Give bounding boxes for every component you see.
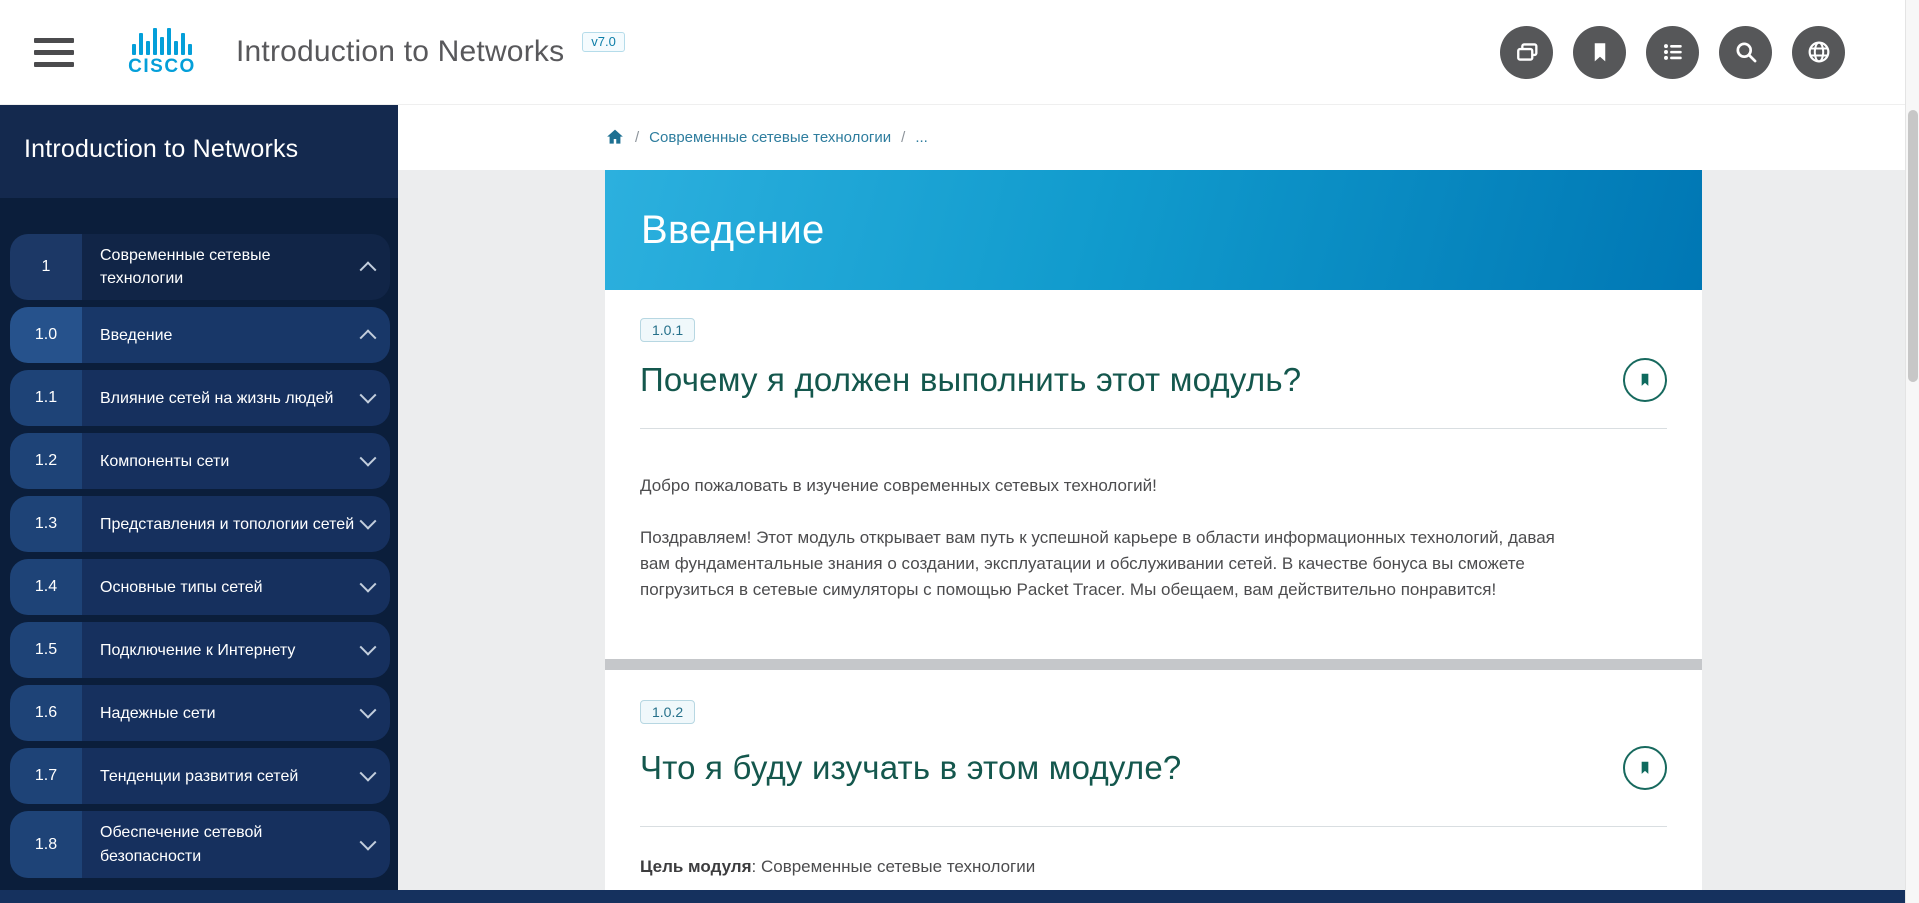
scrollbar-thumb[interactable]: [1908, 110, 1918, 382]
paragraph: Добро пожаловать в изучение современных …: [640, 473, 1555, 499]
sidebar-item-1-7[interactable]: 1.7 Тенденции развития сетей: [10, 748, 390, 804]
sidebar-item-number: 1.2: [10, 433, 82, 489]
sidebar-item-label: Влияние сетей на жизнь людей: [100, 387, 362, 410]
language-button[interactable]: [1792, 26, 1845, 79]
sidebar-item-number: 1.1: [10, 370, 82, 426]
content-card: Введение 1.0.1 Почему я должен выполнить…: [605, 170, 1702, 890]
page-scrollbar[interactable]: [1905, 0, 1919, 903]
index-list-button[interactable]: [1646, 26, 1699, 79]
cisco-logo-bars-icon: [132, 27, 192, 55]
sidebar-item-number: 1.5: [10, 622, 82, 678]
breadcrumb-ellipsis-link[interactable]: ...: [915, 129, 928, 146]
sidebar-item-1-8[interactable]: 1.8 Обеспечение сетевой безопасности: [10, 811, 390, 877]
breadcrumb-module-link[interactable]: Современные сетевые технологии: [649, 129, 891, 146]
sidebar-item-1-2[interactable]: 1.2 Компоненты сети: [10, 433, 390, 489]
section-divider-bar: [605, 659, 1702, 670]
bottom-bar: [0, 890, 1919, 903]
cisco-logo-word: CISCO: [128, 56, 196, 78]
module-goal-label: Цель модуля: [640, 857, 752, 876]
breadcrumb-home-link[interactable]: [605, 128, 625, 148]
chevron-down-icon: [360, 387, 377, 404]
chevron-down-icon: [360, 702, 377, 719]
sidebar-item-number: 1.0: [10, 307, 82, 363]
bookmark-icon: [1586, 38, 1614, 66]
home-icon: [605, 127, 625, 147]
cisco-logo: CISCO: [114, 27, 210, 78]
hamburger-menu-icon[interactable]: [34, 38, 74, 67]
course-page: CISCO Introduction to Networks v7.0: [0, 0, 1919, 903]
section-number-badge: 1.0.2: [640, 700, 695, 724]
slides-button[interactable]: [1500, 26, 1553, 79]
section-heading: Почему я должен выполнить этот модуль?: [640, 361, 1301, 399]
sidebar-item-1-5[interactable]: 1.5 Подключение к Интернету: [10, 622, 390, 678]
chevron-down-icon: [360, 765, 377, 782]
sidebar-item-label: Введение: [100, 324, 362, 347]
breadcrumb-separator: /: [901, 129, 905, 146]
sidebar-item-label: Надежные сети: [100, 702, 362, 725]
sidebar-item-label: Представления и топологии сетей: [100, 513, 362, 536]
sidebar-course-title: Introduction to Networks: [0, 105, 398, 198]
breadcrumb: / Современные сетевые технологии / ...: [398, 105, 1919, 170]
sidebar-item-number: 1.6: [10, 685, 82, 741]
chevron-down-icon: [360, 450, 377, 467]
module-banner: Введение: [605, 170, 1702, 290]
module-goal-text: : Современные сетевые технологии: [752, 857, 1036, 876]
heading-divider: [640, 428, 1667, 429]
sidebar-item-1-4[interactable]: 1.4 Основные типы сетей: [10, 559, 390, 615]
bookmark-icon: [1635, 370, 1655, 390]
heading-divider: [640, 826, 1667, 827]
chevron-up-icon: [360, 262, 377, 279]
module-goal: Цель модуля: Современные сетевые техноло…: [640, 857, 1667, 877]
main-content: / Современные сетевые технологии / ... В…: [398, 105, 1919, 890]
course-title: Introduction to Networks: [236, 35, 564, 69]
sidebar-item-number: 1.7: [10, 748, 82, 804]
globe-icon: [1805, 38, 1833, 66]
paragraph: Поздравляем! Этот модуль открывает вам п…: [640, 525, 1555, 603]
list-icon: [1659, 38, 1687, 66]
search-button[interactable]: [1719, 26, 1772, 79]
sidebar-item-1-3[interactable]: 1.3 Представления и топологии сетей: [10, 496, 390, 552]
bookmark-icon: [1635, 758, 1655, 778]
sidebar-item-1-1[interactable]: 1.1 Влияние сетей на жизнь людей: [10, 370, 390, 426]
chevron-up-icon: [360, 330, 377, 347]
bookmark-section-button[interactable]: [1623, 746, 1667, 790]
sidebar-item-1[interactable]: 1 Современные сетевые технологии: [10, 234, 390, 300]
sidebar-nav: 1 Современные сетевые технологии 1.0 Вве…: [0, 234, 398, 878]
sidebar-item-number: 1: [10, 234, 82, 300]
section-heading: Что я буду изучать в этом модуле?: [640, 749, 1181, 787]
sidebar-item-number: 1.3: [10, 496, 82, 552]
slides-icon: [1513, 38, 1541, 66]
section-1-0-1: 1.0.1 Почему я должен выполнить этот мод…: [605, 290, 1702, 659]
sidebar-item-1-0[interactable]: 1.0 Введение: [10, 307, 390, 363]
search-icon: [1732, 38, 1760, 66]
chevron-down-icon: [360, 576, 377, 593]
sidebar-item-number: 1.8: [10, 811, 82, 877]
section-number-badge: 1.0.1: [640, 318, 695, 342]
chevron-down-icon: [360, 513, 377, 530]
sidebar-item-1-6[interactable]: 1.6 Надежные сети: [10, 685, 390, 741]
sidebar-item-label: Основные типы сетей: [100, 576, 362, 599]
app-header: CISCO Introduction to Networks v7.0: [0, 0, 1919, 105]
chevron-down-icon: [360, 639, 377, 656]
banner-title: Введение: [641, 208, 825, 253]
breadcrumb-separator: /: [635, 129, 639, 146]
sidebar-item-label: Современные сетевые технологии: [100, 244, 362, 290]
sidebar-item-label: Тенденции развития сетей: [100, 765, 362, 788]
version-badge: v7.0: [582, 32, 625, 52]
bookmarks-button[interactable]: [1573, 26, 1626, 79]
sidebar-item-label: Компоненты сети: [100, 450, 362, 473]
section-1-0-2: 1.0.2 Что я буду изучать в этом модуле? …: [605, 670, 1702, 890]
chevron-down-icon: [360, 833, 377, 850]
sidebar-item-label: Обеспечение сетевой безопасности: [100, 821, 362, 867]
bookmark-section-button[interactable]: [1623, 358, 1667, 402]
course-sidebar: Introduction to Networks 1 Современные с…: [0, 105, 398, 890]
header-actions: [1500, 26, 1873, 79]
sidebar-item-number: 1.4: [10, 559, 82, 615]
sidebar-item-label: Подключение к Интернету: [100, 639, 362, 662]
